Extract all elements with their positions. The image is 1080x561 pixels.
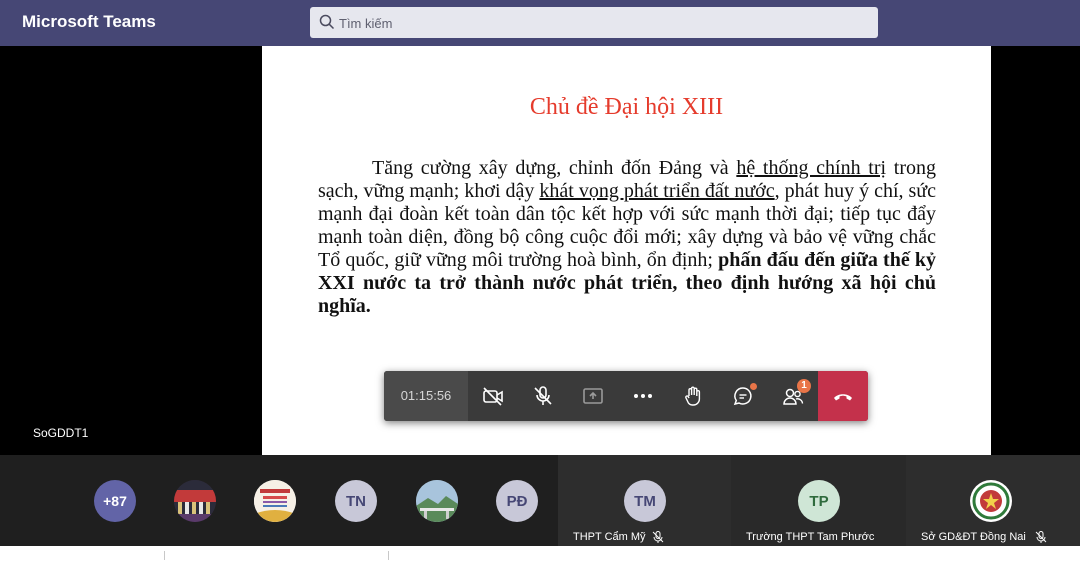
- participant-tile[interactable]: TP Trường THPT Tam Phước: [731, 455, 906, 546]
- search-box[interactable]: [310, 7, 878, 38]
- participant-avatar-tm: TM: [624, 480, 666, 522]
- mic-off-icon: [534, 386, 552, 405]
- participant-name: THPT Cẩm Mỹ: [573, 531, 646, 543]
- more-icon: [634, 394, 652, 398]
- slide-text-1: Tăng cường xây dựng, chỉnh đốn Đảng và: [372, 157, 737, 179]
- presenter-name: SoGDDT1: [33, 426, 89, 440]
- participant-tile[interactable]: Sở GD&ĐT Đồng Nai: [906, 455, 1080, 546]
- participant-name: Sở GD&ĐT Đồng Nai: [921, 531, 1026, 543]
- participant-avatar-tn[interactable]: TN: [335, 480, 377, 522]
- meeting-stage: SoGDDT1 Chủ đề Đại hội XIII Tăng cường x…: [0, 46, 1080, 455]
- participant-strip: +87 TN PĐ TM THPT Cẩm Mỹ TP Trường THPT …: [0, 455, 1080, 546]
- call-timer: 01:15:56: [384, 371, 468, 421]
- participant-avatar-tp: TP: [798, 480, 840, 522]
- participant-photo-avatar[interactable]: [174, 480, 216, 522]
- more-participants-button[interactable]: +87: [94, 480, 136, 522]
- participant-name: Trường THPT Tam Phước: [746, 531, 875, 543]
- divider: [164, 551, 165, 560]
- participant-avatars: +87 TN PĐ: [0, 455, 560, 546]
- mic-off-icon: [1035, 531, 1047, 543]
- divider: [388, 551, 389, 560]
- slide-body: Tăng cường xây dựng, chỉnh đốn Đảng và h…: [318, 157, 936, 318]
- share-button[interactable]: [568, 371, 618, 421]
- raise-hand-icon: [685, 386, 701, 406]
- share-icon: [583, 388, 603, 404]
- group-photo-icon: [174, 480, 216, 522]
- participant-avatar-pd[interactable]: PĐ: [496, 480, 538, 522]
- slide-title: Chủ đề Đại hội XIII: [529, 94, 724, 120]
- search-input[interactable]: [339, 13, 859, 33]
- more-button[interactable]: [618, 371, 668, 421]
- participant-logo-avatar: [970, 480, 1012, 522]
- mic-off-icon: [652, 531, 664, 543]
- chat-notification-dot: [750, 383, 757, 390]
- camera-off-icon: [483, 387, 503, 406]
- chat-button[interactable]: [718, 371, 768, 421]
- slide-underline-1: hệ thống chính trị: [736, 157, 887, 179]
- participants-button[interactable]: 1: [768, 371, 818, 421]
- landscape-photo-icon: [416, 480, 458, 522]
- mic-button[interactable]: [518, 371, 568, 421]
- bottom-margin: [0, 546, 1080, 561]
- camera-button[interactable]: [468, 371, 518, 421]
- app-title: Microsoft Teams: [22, 12, 156, 31]
- participant-logo-avatar[interactable]: [254, 480, 296, 522]
- call-controls: 01:15:56 1: [384, 371, 868, 421]
- participants-badge: 1: [797, 379, 811, 393]
- slide-underline-2: khát vọng phát triển đất nước: [539, 180, 775, 202]
- participant-landscape-avatar[interactable]: [416, 480, 458, 522]
- title-bar: Microsoft Teams: [0, 0, 1080, 46]
- participant-tile[interactable]: TM THPT Cẩm Mỹ: [558, 455, 731, 546]
- search-icon: [319, 14, 335, 30]
- department-emblem-icon: [971, 481, 1011, 521]
- hang-up-icon: [834, 394, 852, 401]
- hang-up-button[interactable]: [818, 371, 868, 421]
- event-logo-icon: [254, 480, 296, 522]
- raise-hand-button[interactable]: [668, 371, 718, 421]
